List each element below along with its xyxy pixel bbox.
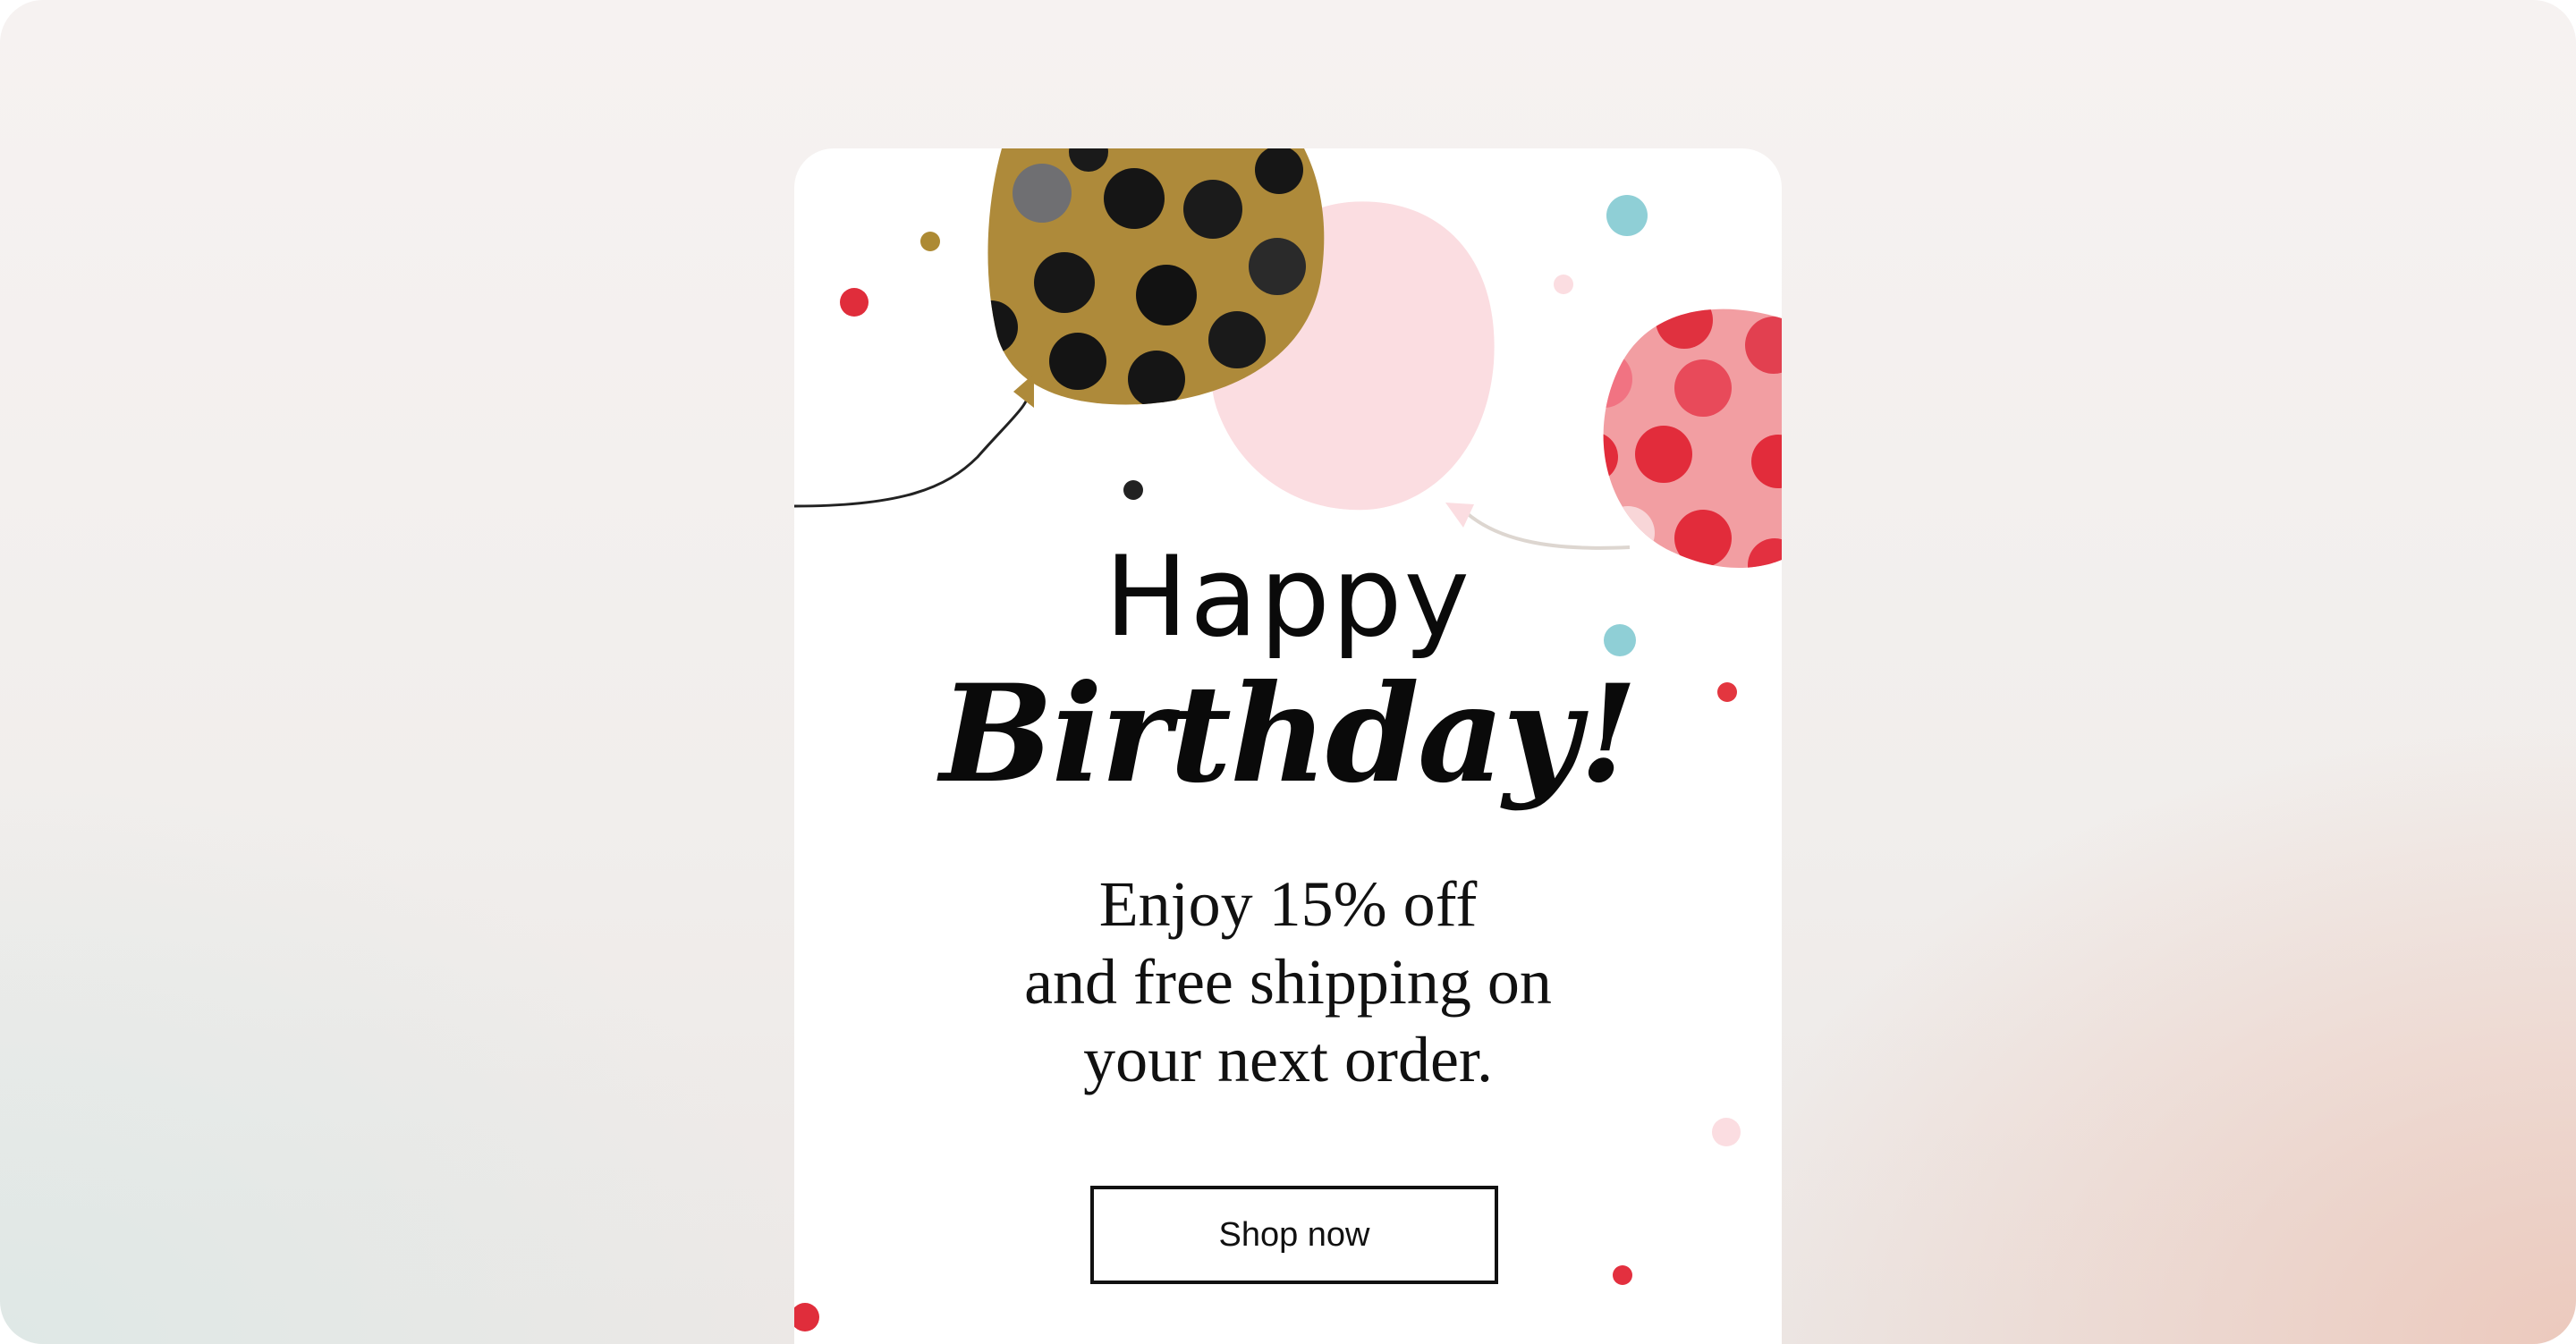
gold-balloon-string: [794, 389, 1030, 508]
title-happy: Happy: [1104, 533, 1472, 662]
offer-line-2: and free shipping on: [1024, 946, 1552, 1018]
confetti-dot: [1712, 1118, 1741, 1146]
offer-line-3: your next order.: [1083, 1024, 1493, 1095]
shop-now-button[interactable]: Shop now: [1090, 1186, 1498, 1284]
confetti-dot: [1613, 1265, 1632, 1285]
birthday-email-card: Happy Birthday! Enjoy 15% off and free s…: [794, 148, 1782, 1344]
confetti-dot: [1554, 275, 1573, 294]
confetti-dot: [920, 232, 940, 251]
confetti-dot: [1606, 195, 1648, 236]
offer-line-1: Enjoy 15% off: [1098, 868, 1478, 940]
offer-text: Enjoy 15% off and free shipping on your …: [794, 866, 1782, 1099]
title-birthday: Birthday!: [939, 655, 1638, 813]
confetti-dot: [840, 288, 869, 317]
confetti-dot: [1123, 480, 1143, 500]
confetti-dot: [794, 1303, 819, 1331]
